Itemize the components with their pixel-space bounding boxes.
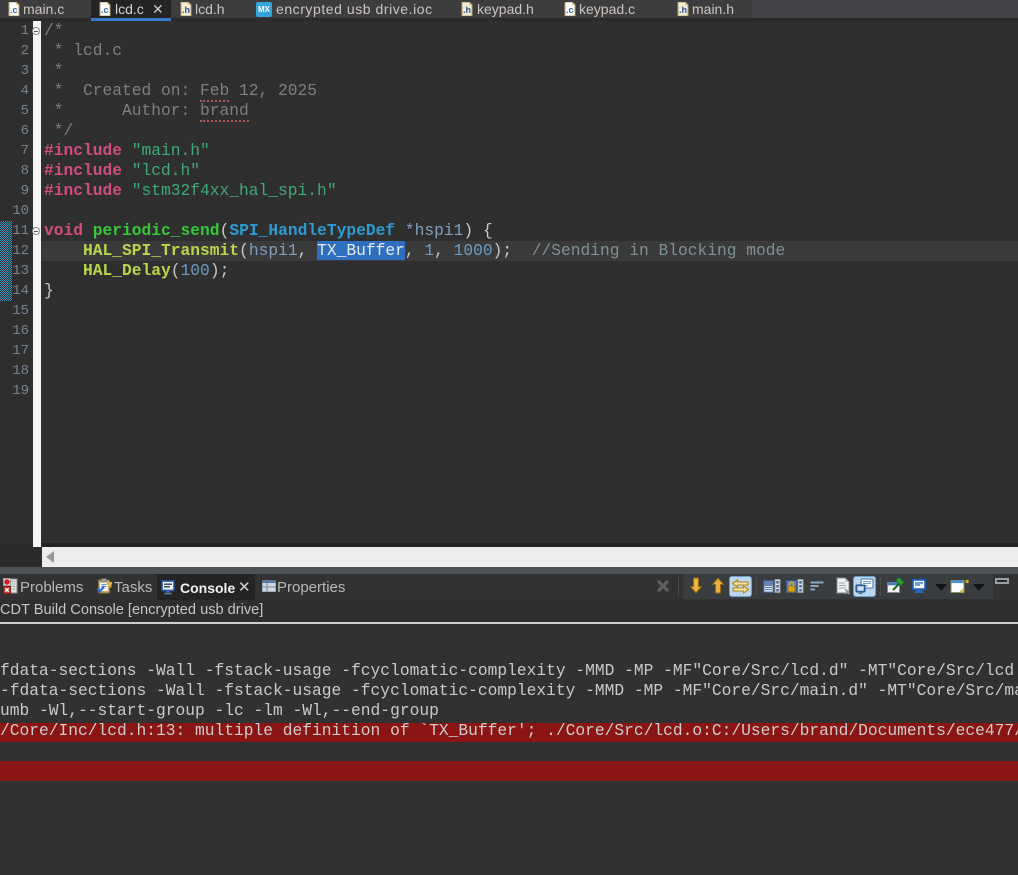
svg-text:.c: .c [101,5,109,15]
svg-text:.c: .c [10,5,18,15]
svg-text:.c: .c [566,5,574,15]
svg-text:.h: .h [463,5,471,15]
svg-text:.h: .h [182,5,190,15]
svg-text:.h: .h [679,5,687,15]
